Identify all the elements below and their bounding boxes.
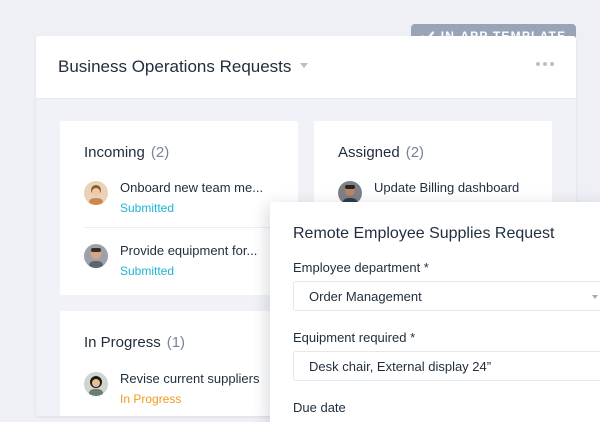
column-header: In Progress (1) — [84, 334, 185, 351]
column-header: Incoming (2) — [84, 144, 169, 161]
department-select[interactable]: Order Management — [293, 281, 600, 311]
department-value: Order Management — [309, 289, 422, 304]
avatar — [84, 372, 108, 396]
due-date-label: Due date — [293, 400, 346, 415]
avatar — [84, 244, 108, 268]
request-form-panel: Remote Employee Supplies Request Employe… — [270, 202, 600, 422]
card-title: Update Billing dashboard — [374, 180, 520, 195]
form-title: Remote Employee Supplies Request — [293, 225, 555, 242]
board-header: Business Operations Requests — [36, 36, 576, 99]
status-badge: In Progress — [120, 392, 182, 406]
column-name: Assigned — [338, 144, 400, 161]
department-label: Employee department * — [293, 260, 429, 275]
column-count: (1) — [166, 334, 186, 351]
column-name: In Progress — [84, 334, 161, 351]
board-title[interactable]: Business Operations Requests — [58, 57, 291, 77]
column-count: (2) — [405, 144, 425, 161]
status-badge: Submitted — [120, 264, 175, 278]
equipment-label: Equipment required * — [293, 330, 416, 345]
column-header: Assigned (2) — [338, 144, 424, 161]
equipment-value: Desk chair, External display 24” — [309, 359, 492, 374]
equipment-field[interactable]: Desk chair, External display 24” — [293, 351, 600, 381]
column-incoming: Incoming (2) Onboard new team me... Submi… — [60, 121, 298, 295]
column-name: Incoming — [84, 144, 145, 161]
card-title: Onboard new team me... — [120, 180, 264, 195]
card-title: Provide equipment for... — [120, 243, 258, 258]
more-options-icon[interactable] — [536, 62, 554, 66]
divider — [84, 227, 274, 228]
chevron-down-icon[interactable] — [300, 62, 309, 68]
card-title: Revise current suppliers — [120, 371, 260, 386]
column-count: (2) — [150, 144, 170, 161]
status-badge: Submitted — [120, 201, 175, 215]
avatar — [84, 181, 108, 205]
chevron-down-icon — [592, 295, 598, 299]
column-in-progress: In Progress (1) Revise current suppliers … — [60, 311, 298, 416]
